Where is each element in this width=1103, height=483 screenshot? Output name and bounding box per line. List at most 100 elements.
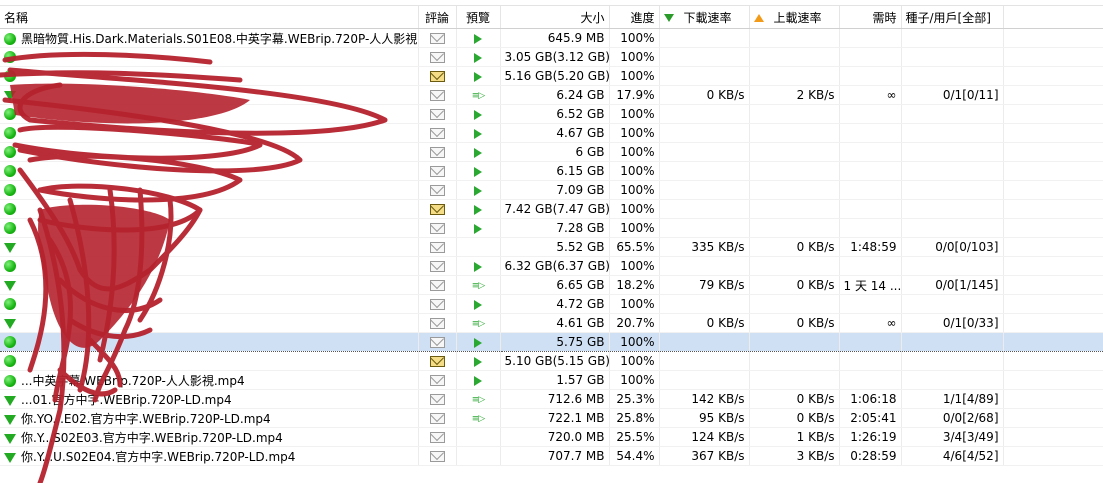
torrent-row[interactable]: 你.Y...U.S02E04.官方中字.WEBrip.720P-LD.mp4 70… — [0, 446, 1103, 466]
play-preview-icon[interactable] — [474, 33, 482, 44]
play-preview-icon[interactable] — [474, 166, 482, 177]
torrent-row[interactable]: 5.10 GB(5.15 GB) 100% — [0, 351, 1103, 371]
comment-icon[interactable] — [429, 318, 445, 329]
play-preview-icon[interactable] — [474, 356, 482, 367]
download-speed-cell: 142 KB/s — [659, 389, 750, 409]
seeds-peers-cell — [901, 47, 1004, 67]
torrent-row[interactable]: 6.52 GB 100% — [0, 104, 1103, 124]
comment-icon[interactable] — [429, 299, 445, 310]
torrent-row[interactable]: 4.67 GB 100% — [0, 123, 1103, 143]
play-preview-icon[interactable] — [474, 185, 482, 196]
play-preview-icon[interactable] — [474, 52, 482, 63]
eta-cell — [839, 123, 902, 143]
comment-icon[interactable] — [429, 432, 445, 443]
upload-speed-cell — [749, 332, 840, 352]
comment-icon[interactable] — [429, 33, 445, 44]
torrent-row[interactable]: 7.42 GB(7.47 GB) 100% — [0, 199, 1103, 219]
eta-cell: 0:28:59 — [839, 446, 902, 466]
column-header-download-speed[interactable]: 下載速率 — [659, 6, 750, 29]
column-header-name[interactable]: 名稱 — [0, 6, 419, 29]
torrent-row[interactable]: 5.16 GB(5.20 GB) 100% — [0, 66, 1103, 86]
size-cell: 7.28 GB — [500, 218, 610, 238]
play-preview-icon[interactable] — [474, 204, 482, 215]
comment-icon[interactable] — [429, 90, 445, 101]
torrent-row[interactable]: 7.09 GB 100% — [0, 180, 1103, 200]
play-preview-icon[interactable] — [474, 147, 482, 158]
download-speed-cell — [659, 104, 750, 124]
stream-preview-icon[interactable]: ≡▷ — [472, 319, 486, 329]
torrent-name-cell — [0, 313, 419, 333]
torrent-row[interactable]: 你.YO...E02.官方中字.WEBrip.720P-LD.mp4 ≡▷ 722.… — [0, 408, 1103, 428]
upload-speed-cell: 0 KB/s — [749, 408, 840, 428]
column-header-seeds-peers[interactable]: 種子/用戶[全部] — [901, 6, 1004, 29]
comment-icon[interactable] — [429, 223, 445, 234]
torrent-row[interactable]: 6.32 GB(6.37 GB) 100% — [0, 256, 1103, 276]
download-speed-cell: 124 KB/s — [659, 427, 750, 447]
play-preview-icon[interactable] — [474, 261, 482, 272]
stream-preview-icon[interactable]: ≡▷ — [472, 281, 486, 291]
play-preview-icon[interactable] — [474, 337, 482, 348]
stream-preview-icon[interactable]: ≡▷ — [472, 395, 486, 405]
torrent-row[interactable]: 你.Y...S02E03.官方中字.WEBrip.720P-LD.mp4 720.… — [0, 427, 1103, 447]
torrent-row[interactable]: ≡▷ 4.61 GB 20.7% 0 KB/s 0 KB/s ∞ 0/1[0/33] — [0, 313, 1103, 333]
empty-cell — [1003, 351, 1103, 371]
comment-icon[interactable] — [429, 52, 445, 63]
comment-icon[interactable] — [429, 109, 445, 120]
stream-preview-icon[interactable]: ≡▷ — [472, 91, 486, 101]
eta-cell — [839, 180, 902, 200]
eta-cell: 2:05:41 — [839, 408, 902, 428]
torrent-row[interactable]: 7.28 GB 100% — [0, 218, 1103, 238]
torrent-row[interactable]: ...01.官方中字.WEBrip.720P-LD.mp4 ≡▷ 712.6 MB 2… — [0, 389, 1103, 409]
play-preview-icon[interactable] — [474, 299, 482, 310]
eta-cell — [839, 218, 902, 238]
torrent-row[interactable]: 5.52 GB 65.5% 335 KB/s 0 KB/s 1:48:59 0/0[0/1… — [0, 237, 1103, 257]
column-header-row: 名稱 評論 預覽 大小 進度 下載速率 上載速率 需時 種子/用戶[全部] — [0, 6, 1103, 29]
new-comment-icon[interactable] — [429, 356, 445, 367]
column-header-upload-speed[interactable]: 上載速率 — [749, 6, 840, 29]
column-header-size[interactable]: 大小 — [500, 6, 610, 29]
column-header-progress-label: 進度 — [630, 10, 655, 25]
seeds-peers-cell — [901, 142, 1004, 162]
comment-icon[interactable] — [429, 185, 445, 196]
play-preview-icon[interactable] — [474, 109, 482, 120]
play-preview-icon[interactable] — [474, 223, 482, 234]
torrent-row[interactable]: 6.15 GB 100% — [0, 161, 1103, 181]
torrent-row[interactable]: ...中英字幕.WEBrip.720P-人人影視.mp4 1.57 GB 100% — [0, 370, 1103, 390]
torrent-row[interactable]: 黑暗物質.His.Dark.Materials.S01E08.中英字幕.WEBr… — [0, 28, 1103, 48]
torrent-row[interactable]: 4.72 GB 100% — [0, 294, 1103, 314]
completed-status-icon — [4, 108, 16, 120]
comment-icon[interactable] — [429, 280, 445, 291]
comment-icon[interactable] — [429, 375, 445, 386]
torrent-row[interactable]: ≡▷ 6.24 GB 17.9% 0 KB/s 2 KB/s ∞ 0/1[0/11] — [0, 85, 1103, 105]
comment-icon[interactable] — [429, 394, 445, 405]
eta-cell — [839, 370, 902, 390]
play-preview-icon[interactable] — [474, 375, 482, 386]
empty-cell — [1003, 446, 1103, 466]
column-header-progress[interactable]: 進度 — [609, 6, 660, 29]
eta-cell: ∞ — [839, 85, 902, 105]
comment-icon[interactable] — [429, 128, 445, 139]
comment-icon[interactable] — [429, 166, 445, 177]
play-preview-icon[interactable] — [474, 128, 482, 139]
upload-speed-cell — [749, 180, 840, 200]
new-comment-icon[interactable] — [429, 204, 445, 215]
torrent-row[interactable]: 5.75 GB 100% — [0, 332, 1103, 352]
progress-cell: 100% — [609, 161, 660, 181]
torrent-row[interactable]: 3.05 GB(3.12 GB) 100% — [0, 47, 1103, 67]
column-header-name-label: 名稱 — [4, 10, 29, 25]
torrent-row[interactable]: ≡▷ 6.65 GB 18.2% 79 KB/s 0 KB/s 1 天 14 ... 0/0… — [0, 275, 1103, 295]
stream-preview-icon[interactable]: ≡▷ — [472, 414, 486, 424]
comment-icon[interactable] — [429, 261, 445, 272]
new-comment-icon[interactable] — [429, 71, 445, 82]
column-header-comments[interactable]: 評論 — [418, 6, 457, 29]
comment-icon[interactable] — [429, 413, 445, 424]
comment-icon[interactable] — [429, 451, 445, 462]
comment-icon[interactable] — [429, 242, 445, 253]
comment-icon[interactable] — [429, 147, 445, 158]
comment-icon[interactable] — [429, 337, 445, 348]
column-header-preview[interactable]: 預覽 — [456, 6, 501, 29]
completed-status-icon — [4, 32, 16, 45]
column-header-eta[interactable]: 需時 — [839, 6, 902, 29]
play-preview-icon[interactable] — [474, 71, 482, 82]
torrent-row[interactable]: 6 GB 100% — [0, 142, 1103, 162]
